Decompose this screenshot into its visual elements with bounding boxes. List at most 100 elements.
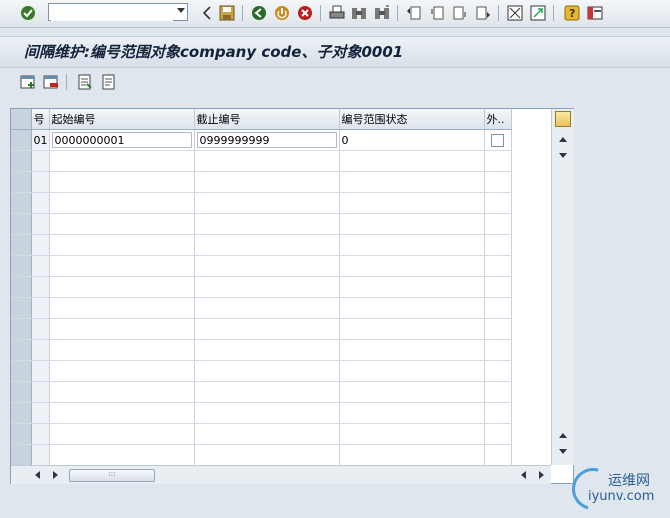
- cell-to[interactable]: [194, 213, 340, 235]
- scroll-end-right-icon[interactable]: [539, 471, 544, 479]
- cell-status[interactable]: [339, 444, 485, 466]
- cell-status[interactable]: [339, 213, 485, 235]
- horizontal-scroll-thumb[interactable]: :::: [69, 469, 155, 482]
- cell-external[interactable]: [484, 339, 512, 361]
- cell-status[interactable]: [339, 360, 485, 382]
- cell-from[interactable]: [49, 381, 195, 403]
- cell-status[interactable]: [339, 318, 485, 340]
- cell-from[interactable]: [49, 444, 195, 466]
- insert-interval-icon[interactable]: [19, 73, 37, 91]
- cell-to[interactable]: [194, 192, 340, 214]
- cell-external[interactable]: [484, 381, 512, 403]
- new-session-icon[interactable]: [506, 4, 524, 22]
- row-selector[interactable]: [11, 192, 32, 214]
- scroll-right-icon[interactable]: [53, 471, 58, 479]
- cell-status[interactable]: [339, 423, 485, 445]
- cell-external[interactable]: [484, 171, 512, 193]
- layout-icon[interactable]: [586, 4, 604, 22]
- scroll-page-down-icon[interactable]: [559, 449, 567, 454]
- cell-to[interactable]: [194, 255, 340, 277]
- cell-from[interactable]: [49, 360, 195, 382]
- cell-from[interactable]: [49, 402, 195, 424]
- cell-to[interactable]: [194, 339, 340, 361]
- cell-external[interactable]: [484, 444, 512, 466]
- cell-external[interactable]: [484, 192, 512, 214]
- cell-to[interactable]: [194, 318, 340, 340]
- save-icon[interactable]: [218, 4, 236, 22]
- row-selector[interactable]: [11, 276, 32, 298]
- cell-external[interactable]: [484, 129, 512, 151]
- cell-status[interactable]: [339, 297, 485, 319]
- cell-external[interactable]: [484, 423, 512, 445]
- cell-external[interactable]: [484, 234, 512, 256]
- cell-status[interactable]: [339, 234, 485, 256]
- scroll-left-icon[interactable]: [35, 471, 40, 479]
- cell-to[interactable]: [194, 402, 340, 424]
- cell-status[interactable]: [339, 255, 485, 277]
- change-status-icon[interactable]: [76, 73, 94, 91]
- row-selector[interactable]: [11, 402, 32, 424]
- cell-from[interactable]: [49, 297, 195, 319]
- cell-external[interactable]: [484, 297, 512, 319]
- cell-from[interactable]: [49, 213, 195, 235]
- cell-to[interactable]: [194, 234, 340, 256]
- cell-external[interactable]: [484, 255, 512, 277]
- back-icon[interactable]: [198, 4, 216, 22]
- cell-from[interactable]: [49, 234, 195, 256]
- cell-from[interactable]: 0000000001: [49, 129, 195, 151]
- cell-from[interactable]: [49, 318, 195, 340]
- cell-to[interactable]: [194, 360, 340, 382]
- row-selector[interactable]: [11, 318, 32, 340]
- scroll-page-up-icon[interactable]: [559, 433, 567, 438]
- cell-status[interactable]: [339, 192, 485, 214]
- overview-icon[interactable]: [100, 73, 118, 91]
- cell-to[interactable]: [194, 150, 340, 172]
- column-header-status[interactable]: 编号范围状态: [339, 109, 485, 130]
- column-header-external[interactable]: 外..: [484, 109, 512, 130]
- row-selector[interactable]: [11, 423, 32, 445]
- cell-from[interactable]: [49, 255, 195, 277]
- enter-icon[interactable]: [19, 4, 37, 22]
- first-page-icon[interactable]: [405, 4, 423, 22]
- cell-to[interactable]: [194, 423, 340, 445]
- row-selector[interactable]: [11, 234, 32, 256]
- cell-status[interactable]: [339, 150, 485, 172]
- command-input[interactable]: [51, 5, 173, 21]
- row-selector[interactable]: [11, 255, 32, 277]
- chevron-down-icon[interactable]: [177, 8, 185, 13]
- cell-to[interactable]: [194, 276, 340, 298]
- external-checkbox[interactable]: [490, 133, 504, 147]
- cell-from[interactable]: [49, 192, 195, 214]
- cell-from[interactable]: [49, 171, 195, 193]
- cell-external[interactable]: [484, 360, 512, 382]
- cell-from[interactable]: [49, 339, 195, 361]
- scroll-up-icon[interactable]: [559, 137, 567, 142]
- scroll-end-left-icon[interactable]: [521, 471, 526, 479]
- select-all-cell[interactable]: [11, 109, 32, 130]
- cell-from[interactable]: [49, 423, 195, 445]
- cell-to[interactable]: [194, 297, 340, 319]
- cell-to[interactable]: 0999999999: [194, 129, 340, 151]
- shortcut-icon[interactable]: [529, 4, 547, 22]
- from-number-input[interactable]: 0000000001: [51, 132, 192, 148]
- row-selector[interactable]: [11, 339, 32, 361]
- find-icon[interactable]: [350, 4, 368, 22]
- to-number-input[interactable]: 0999999999: [196, 132, 337, 148]
- cell-external[interactable]: [484, 213, 512, 235]
- last-page-icon[interactable]: [474, 4, 492, 22]
- cell-status[interactable]: [339, 339, 485, 361]
- prev-page-icon[interactable]: [428, 4, 446, 22]
- command-field[interactable]: [48, 3, 188, 21]
- row-selector[interactable]: [11, 129, 32, 151]
- cell-from[interactable]: [49, 150, 195, 172]
- cancel-icon[interactable]: [296, 4, 314, 22]
- column-header-from[interactable]: 起始编号: [49, 109, 195, 130]
- exit-icon[interactable]: [273, 4, 291, 22]
- cell-to[interactable]: [194, 171, 340, 193]
- cell-to[interactable]: [194, 381, 340, 403]
- help-icon[interactable]: ?: [563, 4, 581, 22]
- row-selector[interactable]: [11, 360, 32, 382]
- back-nav-icon[interactable]: [250, 4, 268, 22]
- column-settings-icon[interactable]: [555, 111, 571, 127]
- row-selector[interactable]: [11, 381, 32, 403]
